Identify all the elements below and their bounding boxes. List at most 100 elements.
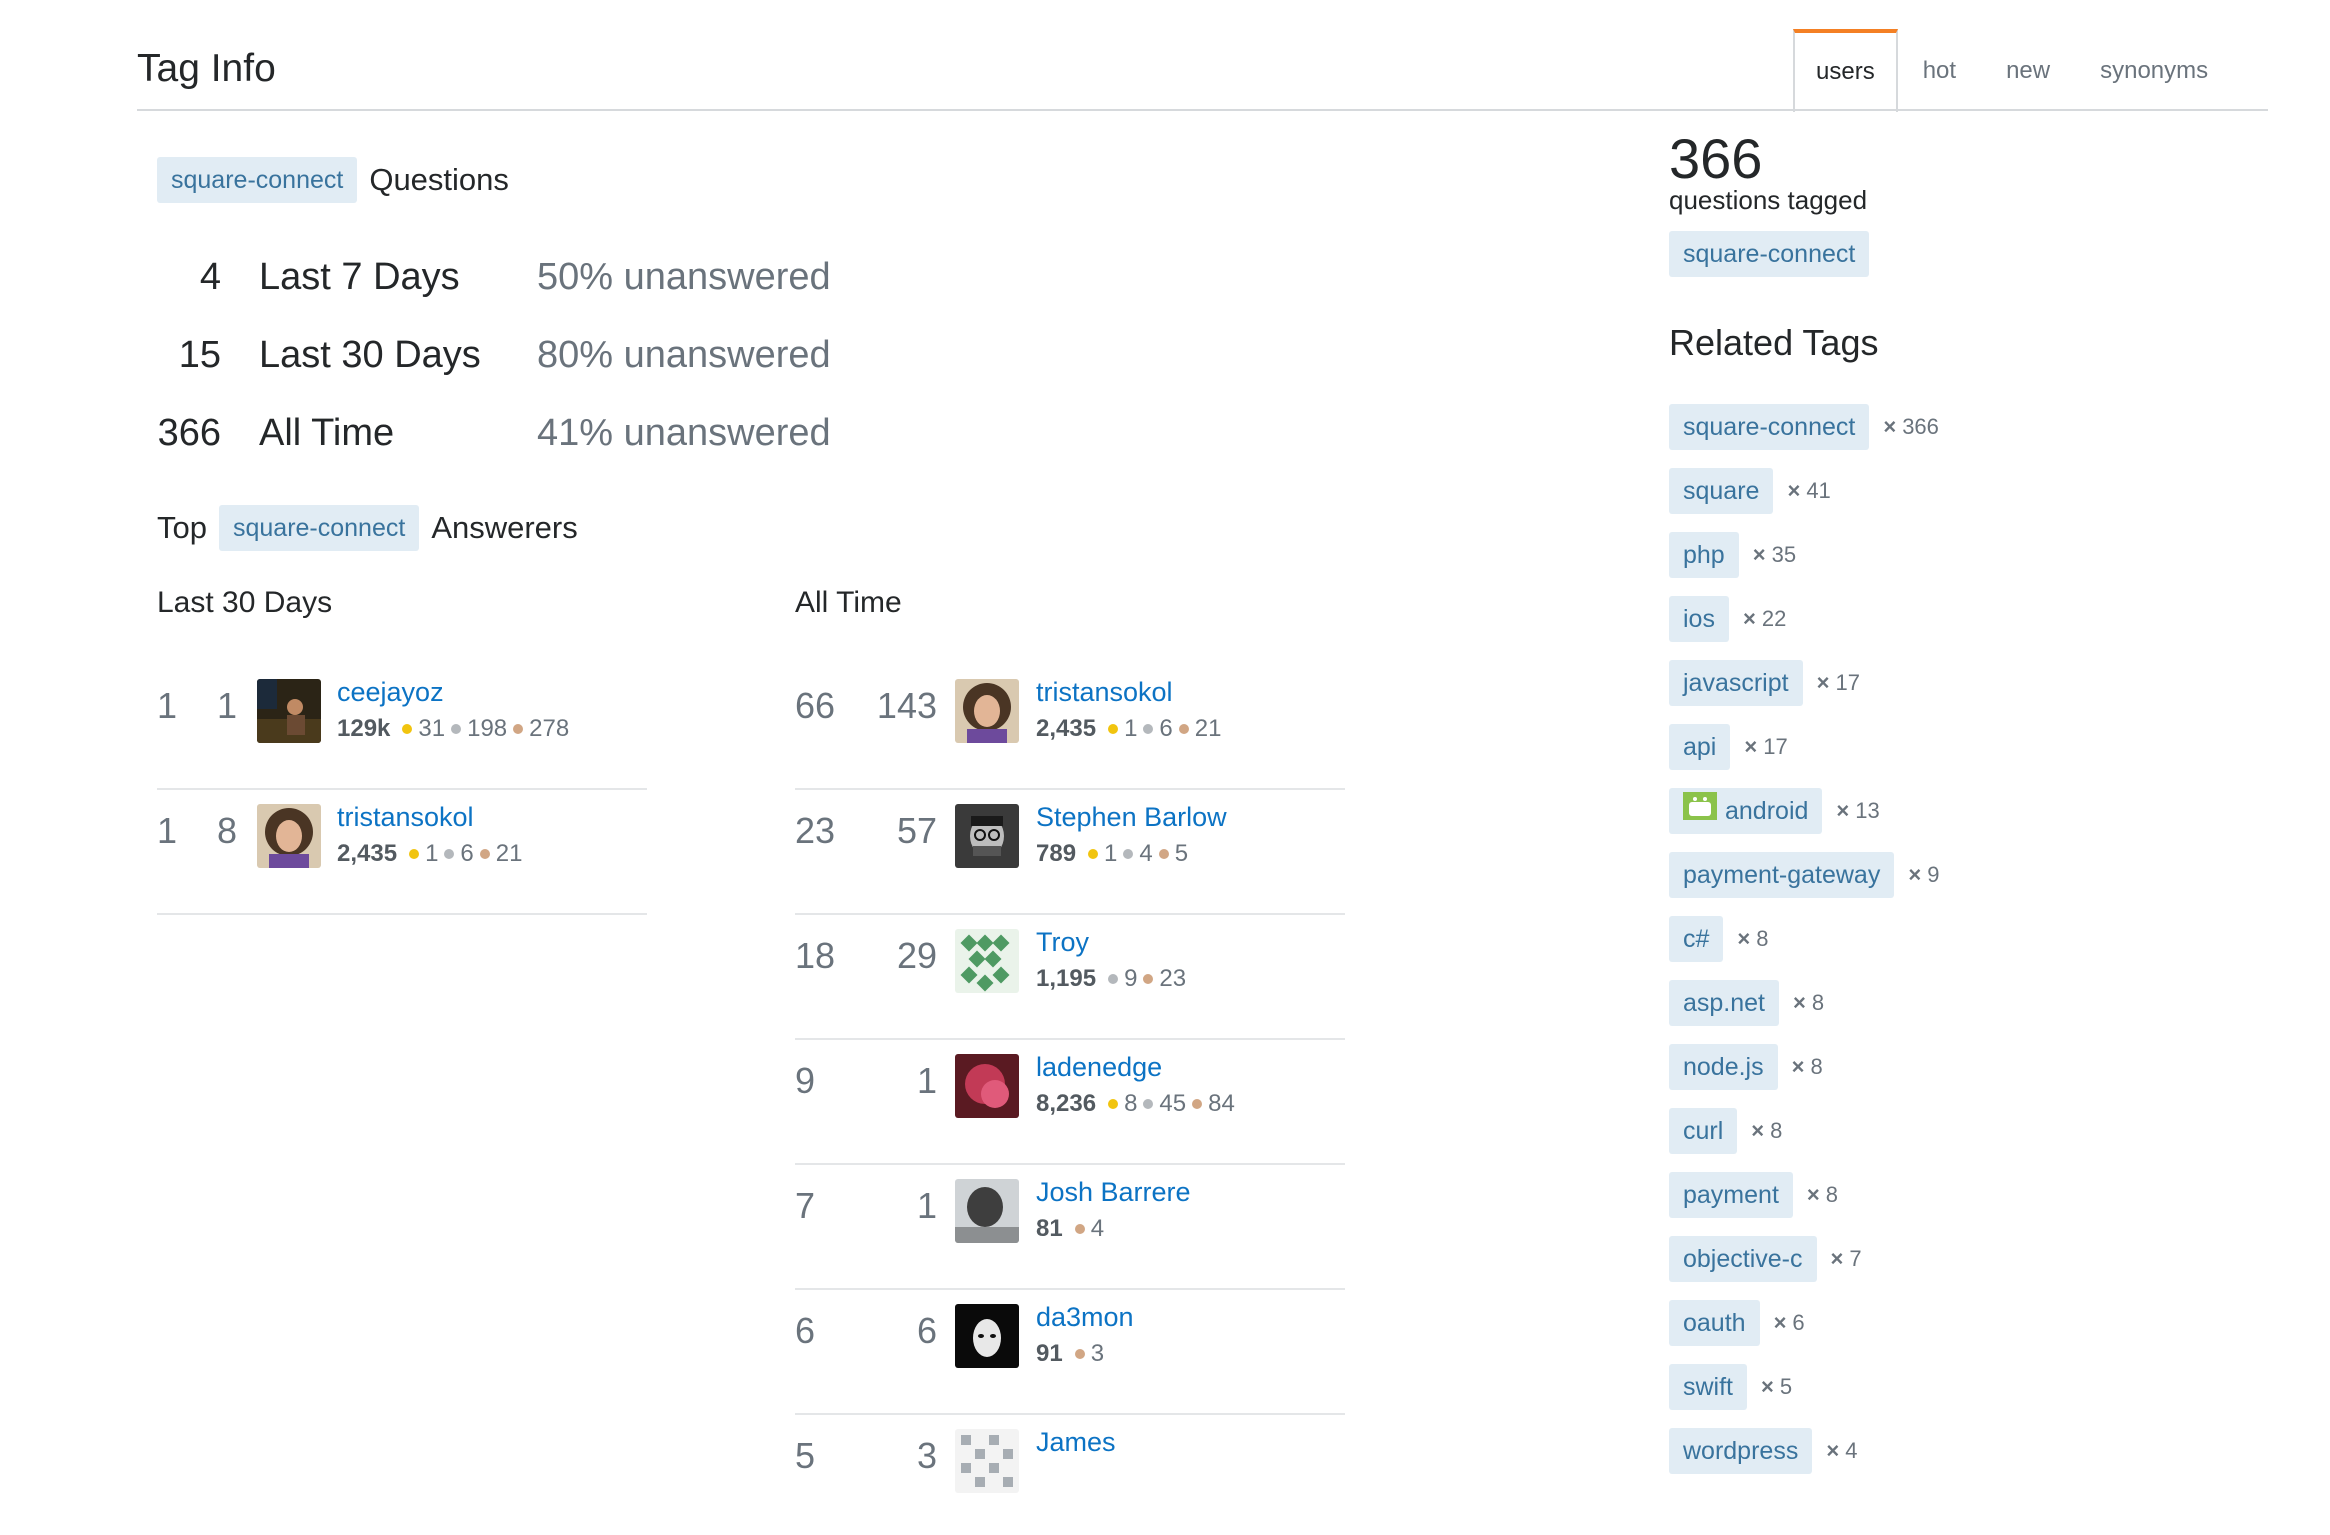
related-tag[interactable]: javascript [1669, 660, 1803, 706]
related-tag[interactable]: android [1669, 788, 1823, 834]
related-tag-row: square × 41 [1669, 468, 1831, 514]
multiply-icon: × [1793, 990, 1806, 1015]
related-tag-count-value: 8 [1770, 1118, 1783, 1143]
stat-unanswered[interactable]: 80% unanswered [537, 334, 831, 377]
related-tag-count-value: 5 [1779, 1374, 1793, 1399]
avatar[interactable] [955, 804, 1019, 868]
avatar[interactable] [257, 804, 321, 868]
user-name-link[interactable]: Troy [1036, 927, 1089, 958]
related-tag[interactable]: swift [1669, 1364, 1747, 1410]
related-tag-count: × 17 [1744, 734, 1787, 760]
answer-count: 8 [216, 810, 237, 851]
stat-row-last-30-days: 15 Last 30 Days 80% unanswered [157, 325, 831, 385]
user-stats: 91 3 [1036, 1340, 1104, 1368]
tab-users[interactable]: users [1793, 29, 1898, 112]
avatar[interactable] [955, 1304, 1019, 1368]
related-tag-label: c# [1683, 925, 1710, 953]
tag-square-connect[interactable]: square-connect [218, 505, 420, 551]
score-count: 23 [795, 810, 836, 851]
related-tag-row: php × 35 [1669, 532, 1796, 578]
related-tag-count-value: 8 [1810, 1054, 1823, 1079]
related-tag[interactable]: payment [1669, 1172, 1793, 1218]
user-stats: 1,195 9 23 [1036, 965, 1186, 993]
related-tag-row: asp.net × 8 [1669, 980, 1824, 1026]
silver-badge-count: 9 [1124, 965, 1138, 992]
multiply-icon: × [1737, 926, 1751, 951]
user-name-link[interactable]: ladenedge [1036, 1052, 1162, 1083]
gold-badge-icon [409, 848, 420, 859]
stat-unanswered[interactable]: 50% unanswered [537, 256, 831, 299]
avatar[interactable] [955, 1179, 1019, 1243]
related-tag-label: payment [1683, 1181, 1779, 1209]
bronze-badge-count: 5 [1174, 840, 1189, 867]
avatar[interactable] [955, 929, 1019, 993]
silver-badge-count: 45 [1159, 1090, 1187, 1117]
related-tag-label: asp.net [1683, 989, 1766, 1017]
questions-heading: square-connect Questions [157, 157, 509, 203]
related-tag-label: javascript [1683, 669, 1789, 697]
answer-count: 143 [876, 685, 937, 726]
stat-unanswered[interactable]: 41% unanswered [537, 412, 831, 455]
bronze-badge-icon [1158, 848, 1169, 859]
answer-count: 29 [896, 935, 937, 976]
related-tag[interactable]: wordpress [1669, 1428, 1813, 1474]
tab-new[interactable]: new [1981, 29, 2075, 109]
related-tag[interactable]: curl [1669, 1108, 1738, 1154]
reputation: 789 [1036, 840, 1077, 867]
avatar[interactable] [955, 1054, 1019, 1118]
score-count: 9 [795, 1060, 816, 1101]
related-tag[interactable]: asp.net [1669, 980, 1780, 1026]
answerer-row: 9 1 ladenedge 8,236 8 45 84 [795, 1040, 1345, 1165]
related-tag[interactable]: objective-c [1669, 1236, 1817, 1282]
related-tag[interactable]: c# [1669, 916, 1724, 962]
user-name-link[interactable]: ceejayoz [337, 677, 444, 708]
related-tag[interactable]: api [1669, 724, 1731, 770]
related-tag-count-value: 9 [1927, 862, 1940, 887]
user-name-link[interactable]: tristansokol [337, 802, 474, 833]
related-tag[interactable]: ios [1669, 596, 1729, 642]
user-name-link[interactable]: James [1036, 1427, 1116, 1458]
related-tag-label: curl [1683, 1117, 1724, 1145]
score-count: 66 [795, 685, 836, 726]
related-tag[interactable]: square-connect [1669, 404, 1870, 450]
user-stats: 2,435 1 6 21 [1036, 715, 1221, 743]
top-answerers-suffix: Answerers [431, 510, 578, 545]
avatar[interactable] [257, 679, 321, 743]
related-tag-count-value: 8 [1811, 990, 1825, 1015]
silver-badge-count: 6 [1159, 715, 1173, 742]
related-tag-count-value: 8 [1756, 926, 1769, 951]
bronze-badge-count: 21 [1194, 715, 1222, 742]
related-tag-label: api [1683, 733, 1717, 761]
avatar[interactable] [955, 679, 1019, 743]
user-name-link[interactable]: Stephen Barlow [1036, 802, 1227, 833]
gold-badge-count: 8 [1124, 1090, 1138, 1117]
related-tag[interactable]: square [1669, 468, 1774, 514]
reputation: 81 [1036, 1215, 1063, 1242]
user-name-link[interactable]: Josh Barrere [1036, 1177, 1191, 1208]
related-tag-count: × 7 [1831, 1246, 1862, 1272]
user-stats: 8,236 8 45 84 [1036, 1090, 1235, 1118]
page-title: Tag Info [137, 47, 276, 90]
related-tag[interactable]: node.js [1669, 1044, 1778, 1090]
gold-badge-count: 1 [425, 840, 439, 867]
related-tag-count-value: 41 [1806, 478, 1831, 503]
related-tag-label: swift [1683, 1373, 1733, 1401]
related-tag[interactable]: oauth [1669, 1300, 1760, 1346]
related-tag[interactable]: php [1669, 532, 1739, 578]
last-30-days-title: Last 30 Days [157, 586, 333, 619]
related-tag-row: c# × 8 [1669, 916, 1769, 962]
tab-hot[interactable]: hot [1898, 29, 1981, 109]
tag-square-connect[interactable]: square-connect [1669, 231, 1870, 277]
reputation: 2,435 [337, 840, 398, 867]
tab-synonyms[interactable]: synonyms [2075, 29, 2233, 109]
user-name-link[interactable]: da3mon [1036, 1302, 1134, 1333]
tag-square-connect[interactable]: square-connect [157, 157, 358, 203]
related-tag[interactable]: payment-gateway [1669, 852, 1895, 898]
avatar[interactable] [955, 1429, 1019, 1493]
related-tag-label: android [1725, 797, 1809, 825]
multiply-icon: × [1761, 1374, 1774, 1399]
user-name-link[interactable]: tristansokol [1036, 677, 1173, 708]
answerer-row: 66 143 tristansokol 2,435 1 6 21 [795, 665, 1345, 790]
related-tag-count: × 17 [1817, 670, 1860, 696]
user-stats: 789 1 4 5 [1036, 840, 1188, 868]
